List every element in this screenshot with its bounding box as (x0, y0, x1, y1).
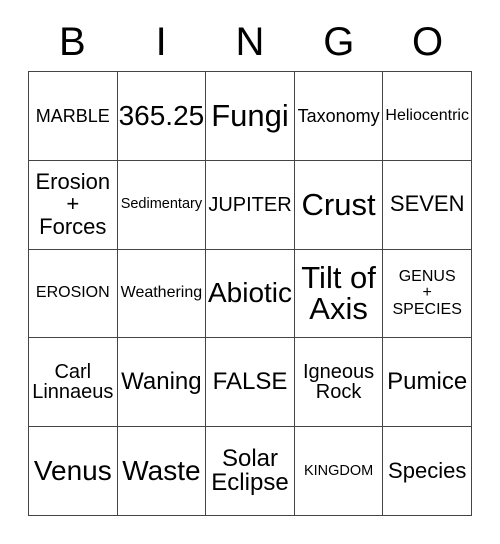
bingo-cell-text: Solar Eclipse (211, 444, 289, 497)
bingo-cell-text: GENUS + SPECIES (392, 268, 462, 318)
bingo-cell-o4[interactable]: Pumice (383, 338, 472, 428)
bingo-cell-text: Species (388, 457, 467, 483)
bingo-header-row: B I N G O (28, 16, 472, 68)
bingo-cell-n1[interactable]: Fungi (206, 72, 295, 161)
bingo-cell-i3[interactable]: Weathering (117, 249, 207, 339)
bingo-cell-text: Igneous Rock (303, 360, 375, 404)
bingo-cell-o1[interactable]: Heliocentric (383, 72, 472, 161)
bingo-header-letter-n: N (235, 20, 265, 64)
bingo-cell-text: Erosion + Forces (35, 169, 111, 239)
bingo-cell-i1[interactable]: 365.25 (117, 72, 207, 161)
bingo-cell-g1[interactable]: Taxonomy (294, 72, 384, 161)
bingo-cell-o2[interactable]: SEVEN (383, 160, 472, 250)
bingo-cell-o5[interactable]: Species (383, 427, 472, 516)
bingo-cell-i5[interactable]: Waste (117, 427, 207, 516)
bingo-cell-text: FALSE (212, 368, 288, 396)
bingo-cell-g4[interactable]: Igneous Rock (294, 338, 384, 428)
bingo-card: B I N G O MARBLE 365.25 Fungi Taxonomy H… (0, 0, 500, 544)
bingo-cell-text: Carl Linnaeus (32, 360, 114, 404)
bingo-cell-text: Venus (33, 454, 112, 486)
bingo-header-letter-i: I (155, 20, 167, 64)
bingo-cell-n2[interactable]: JUPITER (206, 160, 295, 250)
bingo-cell-o3[interactable]: GENUS + SPECIES (383, 249, 472, 339)
bingo-cell-text: Abiotic (207, 277, 293, 309)
bingo-cell-text: Pumice (387, 368, 468, 396)
bingo-cell-b5[interactable]: Venus (29, 427, 118, 516)
bingo-cell-text: 365.25 (118, 99, 205, 131)
bingo-cell-g2[interactable]: Crust (294, 160, 384, 250)
bingo-cell-g3[interactable]: Tilt of Axis (294, 249, 384, 339)
bingo-cell-text: Crust (301, 186, 376, 222)
bingo-cell-b1[interactable]: MARBLE (29, 72, 118, 161)
bingo-cell-text: KINGDOM (303, 462, 374, 479)
bingo-header-letter-g: G (323, 20, 355, 64)
bingo-header-letter-b: B (59, 20, 86, 64)
bingo-grid: MARBLE 365.25 Fungi Taxonomy Heliocentri… (28, 71, 472, 516)
bingo-cell-i2[interactable]: Sedimentary (117, 160, 207, 250)
bingo-cell-n4[interactable]: FALSE (206, 338, 295, 428)
bingo-cell-text: Weathering (120, 284, 203, 302)
bingo-cell-b3[interactable]: EROSION (29, 249, 118, 339)
bingo-cell-text: Waning (121, 368, 202, 396)
bingo-cell-b4[interactable]: Carl Linnaeus (29, 338, 118, 428)
bingo-header-letter-o: O (412, 20, 444, 64)
bingo-cell-text: Sedimentary (120, 196, 203, 213)
bingo-cell-i4[interactable]: Waning (117, 338, 207, 428)
bingo-cell-text: EROSION (35, 284, 110, 302)
bingo-cell-g5[interactable]: KINGDOM (294, 427, 384, 516)
bingo-cell-text: Fungi (211, 98, 289, 134)
bingo-cell-text: JUPITER (208, 193, 292, 216)
bingo-cell-text: SEVEN (389, 191, 465, 217)
bingo-cell-n5[interactable]: Solar Eclipse (206, 427, 295, 516)
bingo-cell-text: Heliocentric (385, 106, 469, 124)
bingo-cell-text: Tilt of Axis (301, 259, 376, 327)
bingo-cell-text: Waste (122, 454, 201, 486)
bingo-cell-b2[interactable]: Erosion + Forces (29, 160, 118, 250)
bingo-cell-text: MARBLE (35, 105, 110, 126)
bingo-cell-text: Taxonomy (297, 105, 380, 126)
bingo-cell-n3[interactable]: Abiotic (206, 249, 295, 339)
